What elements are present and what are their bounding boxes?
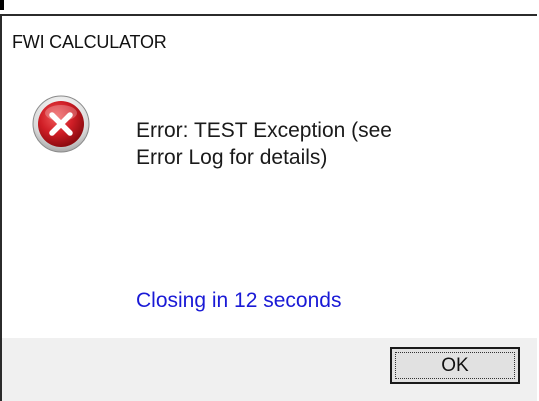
screen: FWI CALCULATOR Error: TEST Exception (se <box>0 0 539 401</box>
error-message: Error: TEST Exception (see Error Log for… <box>136 119 392 169</box>
button-bar: OK <box>2 338 537 401</box>
error-dialog: FWI CALCULATOR Error: TEST Exception (se <box>0 14 537 401</box>
closing-countdown: Closing in 12 seconds <box>136 289 342 312</box>
ok-button-label: OK <box>441 354 469 376</box>
ok-button[interactable]: OK <box>390 347 520 384</box>
dialog-title: FWI CALCULATOR <box>12 32 167 52</box>
background-fragment <box>0 0 4 10</box>
error-icon <box>32 95 90 153</box>
